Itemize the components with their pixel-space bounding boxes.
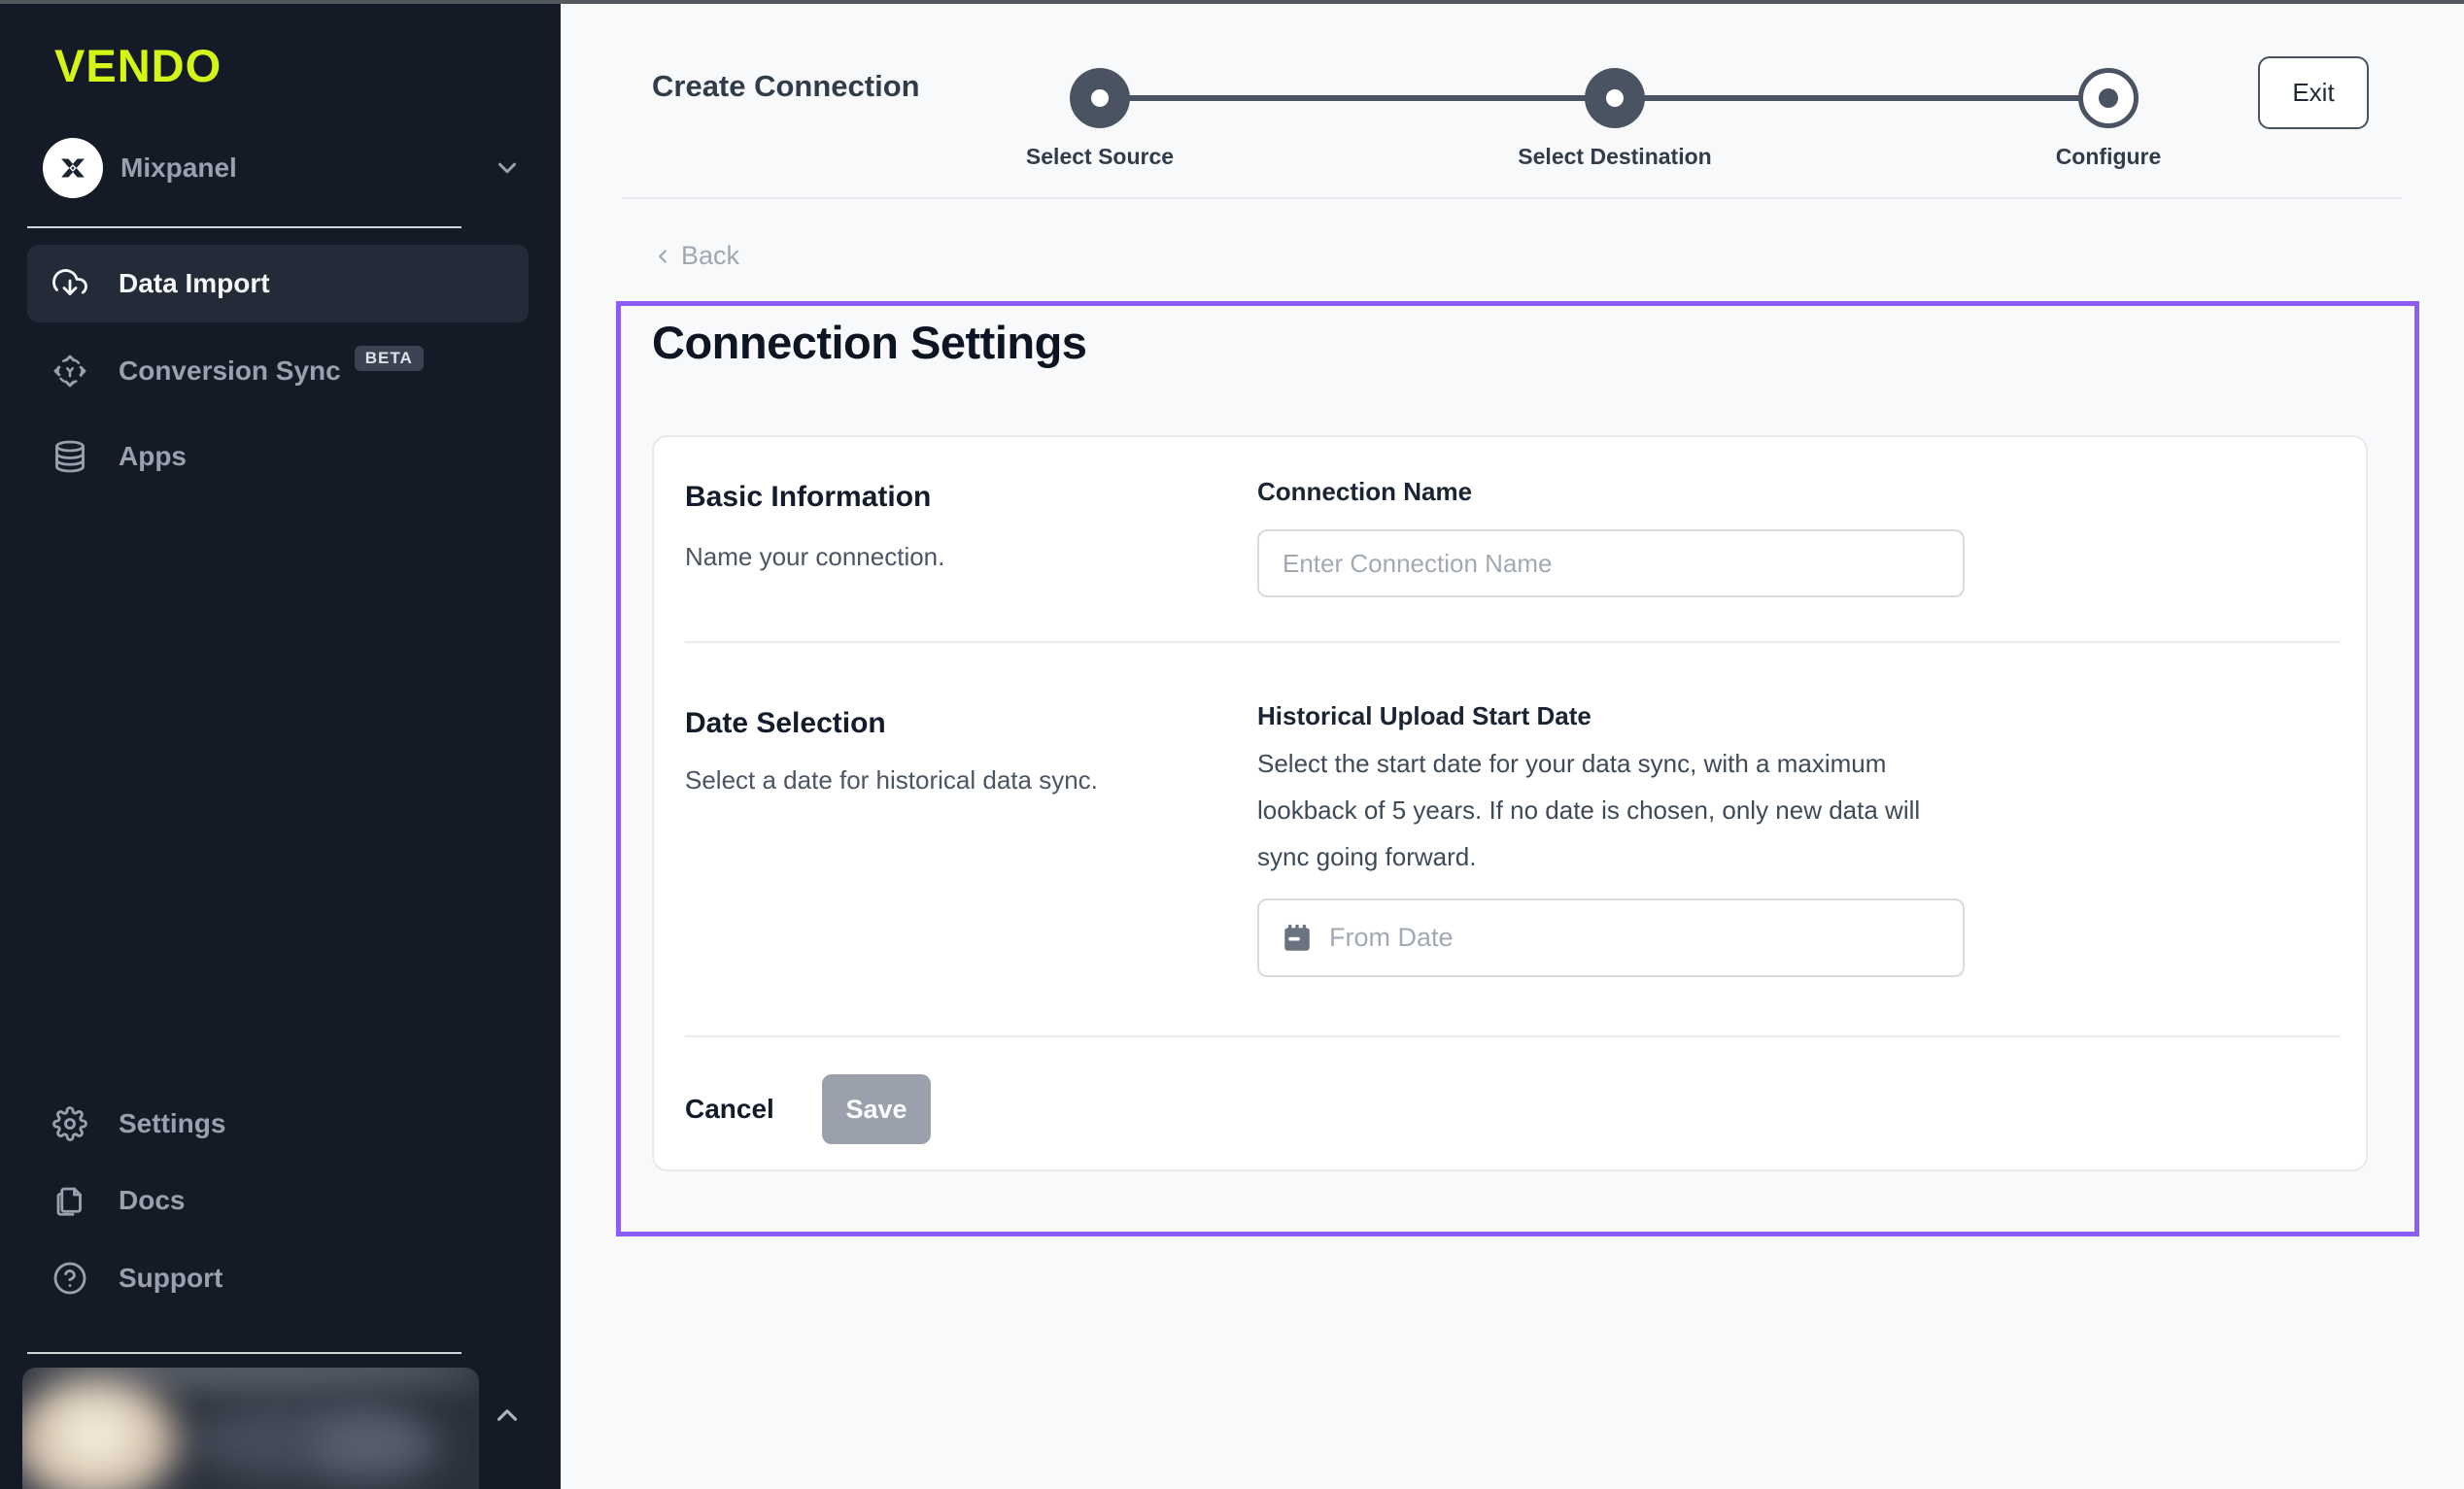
sidebar-item-data-import[interactable]: Data Import xyxy=(27,245,529,322)
sidebar-item-docs[interactable]: Docs xyxy=(27,1162,529,1239)
chevron-up-icon[interactable] xyxy=(491,1399,524,1432)
back-label: Back xyxy=(681,241,739,271)
window-top-bar xyxy=(0,0,2464,4)
back-link[interactable]: Back xyxy=(652,241,739,271)
help-icon xyxy=(52,1261,87,1296)
date-selection-subtitle: Select a date for historical data sync. xyxy=(685,765,1098,795)
beta-badge: BETA xyxy=(355,346,424,371)
sidebar-item-label: Apps xyxy=(119,441,187,472)
historical-upload-help: Select the start date for your data sync… xyxy=(1257,740,1947,880)
connection-name-label: Connection Name xyxy=(1257,477,1472,507)
docs-icon xyxy=(52,1183,87,1218)
sidebar-item-apps[interactable]: Apps xyxy=(27,418,529,495)
mixpanel-logo-icon xyxy=(43,138,103,198)
chevron-down-icon xyxy=(493,153,522,183)
gear-icon xyxy=(52,1106,87,1141)
step-label-select-source: Select Source xyxy=(1026,144,1174,170)
sidebar-item-conversion-sync[interactable]: Conversion Sync BETA xyxy=(27,332,529,410)
header-divider xyxy=(622,197,2402,199)
sidebar-item-support[interactable]: Support xyxy=(27,1239,529,1317)
section-divider xyxy=(685,1035,2341,1037)
workspace-name: Mixpanel xyxy=(120,152,493,184)
sidebar-item-label: Support xyxy=(119,1263,222,1294)
step-dot-select-source[interactable] xyxy=(1070,68,1130,128)
section-divider xyxy=(685,641,2341,643)
step-dot-select-destination[interactable] xyxy=(1585,68,1645,128)
from-date-field[interactable] xyxy=(1257,898,1965,977)
panel-title: Connection Settings xyxy=(652,316,1086,369)
connection-name-input[interactable] xyxy=(1257,529,1965,597)
chevron-left-icon xyxy=(652,246,673,267)
cancel-button[interactable]: Cancel xyxy=(685,1094,774,1125)
cloud-download-icon xyxy=(52,266,87,301)
sync-move-icon xyxy=(52,354,87,389)
step-label-select-destination: Select Destination xyxy=(1518,144,1711,170)
sidebar-divider-top xyxy=(27,226,462,228)
from-date-input[interactable] xyxy=(1329,923,1941,953)
exit-button[interactable]: Exit xyxy=(2258,56,2369,129)
step-dot-configure[interactable] xyxy=(2078,68,2139,128)
blurred-content xyxy=(314,1411,440,1479)
sidebar-item-settings[interactable]: Settings xyxy=(27,1085,529,1163)
connection-settings-panel: Connection Settings Basic Information Na… xyxy=(616,301,2419,1236)
workspace-switcher[interactable]: Mixpanel xyxy=(43,136,522,200)
save-button[interactable]: Save xyxy=(822,1074,931,1144)
step-label-configure: Configure xyxy=(2056,144,2162,170)
sidebar-item-label: Settings xyxy=(119,1108,225,1139)
vendo-logo: VENDO xyxy=(54,39,222,92)
sidebar-item-label: Docs xyxy=(119,1185,185,1216)
database-icon xyxy=(52,439,87,474)
settings-card: Basic Information Name your connection. … xyxy=(652,435,2368,1171)
user-profile-card[interactable] xyxy=(22,1368,479,1489)
basic-information-title: Basic Information xyxy=(685,481,931,514)
calendar-icon xyxy=(1281,922,1314,955)
sidebar-divider-bottom xyxy=(27,1352,462,1354)
page-title: Create Connection xyxy=(652,69,920,104)
sidebar: VENDO Mixpanel Data Import xyxy=(0,0,561,1489)
date-selection-title: Date Selection xyxy=(685,707,886,740)
blurred-avatar xyxy=(51,1402,139,1470)
historical-upload-label: Historical Upload Start Date xyxy=(1257,701,1591,731)
basic-information-subtitle: Name your connection. xyxy=(685,542,944,572)
sidebar-item-label: Conversion Sync xyxy=(119,355,341,387)
sidebar-item-label: Data Import xyxy=(119,268,270,299)
